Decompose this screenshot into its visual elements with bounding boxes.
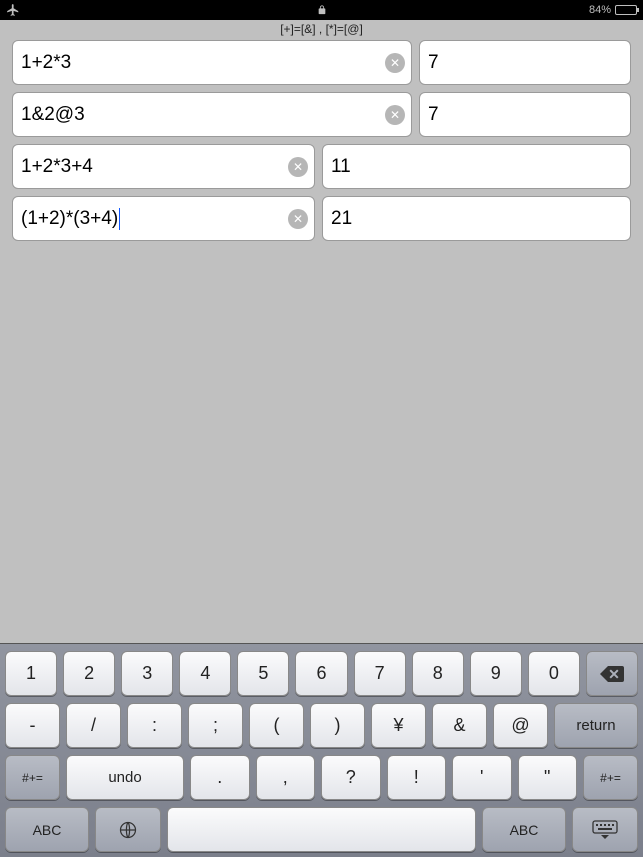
key-sym[interactable]: , (256, 755, 316, 800)
return-key[interactable]: return (554, 703, 638, 748)
key-sym[interactable]: " (518, 755, 578, 800)
result-text: 11 (331, 156, 351, 178)
space-key[interactable] (167, 807, 476, 852)
expression-input[interactable]: 1+2*3+4 ✕ (12, 144, 315, 189)
key-sym[interactable]: . (190, 755, 250, 800)
expression-text: 1+2*3 (21, 52, 71, 74)
key-sym[interactable]: ( (249, 703, 304, 748)
battery-percent: 84% (589, 4, 611, 16)
key-4[interactable]: 4 (179, 651, 231, 696)
abc-key-left[interactable]: ABC (5, 807, 89, 852)
key-7[interactable]: 7 (354, 651, 406, 696)
calc-row: 1&2@3 ✕ 7 (12, 92, 631, 137)
key-sym[interactable]: ! (387, 755, 447, 800)
expression-input[interactable]: 1&2@3 ✕ (12, 92, 412, 137)
globe-icon (118, 820, 138, 840)
result-output[interactable]: 11 (322, 144, 631, 189)
abc-key-right[interactable]: ABC (482, 807, 566, 852)
clear-icon[interactable]: ✕ (385, 105, 405, 125)
hide-keyboard-key[interactable] (572, 807, 638, 852)
key-sym[interactable]: ; (188, 703, 243, 748)
undo-key[interactable]: undo (66, 755, 184, 800)
key-3[interactable]: 3 (121, 651, 173, 696)
result-text: 7 (428, 52, 439, 74)
key-8[interactable]: 8 (412, 651, 464, 696)
clear-icon[interactable]: ✕ (288, 157, 308, 177)
key-sym[interactable]: @ (493, 703, 548, 748)
key-sym[interactable]: ' (452, 755, 512, 800)
key-sym[interactable]: : (127, 703, 182, 748)
key-sym[interactable]: ¥ (371, 703, 426, 748)
key-sym[interactable]: ? (321, 755, 381, 800)
result-output[interactable]: 7 (419, 40, 631, 85)
backspace-icon (600, 666, 624, 682)
result-text: 7 (428, 104, 439, 126)
result-output[interactable]: 21 (322, 196, 631, 241)
globe-key[interactable] (95, 807, 161, 852)
result-text: 21 (331, 208, 352, 230)
hide-keyboard-icon (592, 820, 618, 840)
expression-text: (1+2)*(3+4) (21, 208, 118, 230)
key-2[interactable]: 2 (63, 651, 115, 696)
battery-icon (615, 5, 637, 15)
special-key-right[interactable]: #+= (583, 755, 638, 800)
backspace-key[interactable] (586, 651, 638, 696)
key-1[interactable]: 1 (5, 651, 57, 696)
clear-icon[interactable]: ✕ (288, 209, 308, 229)
clear-icon[interactable]: ✕ (385, 53, 405, 73)
key-sym[interactable]: & (432, 703, 487, 748)
lock-icon (317, 4, 327, 16)
key-5[interactable]: 5 (237, 651, 289, 696)
key-sym[interactable]: ) (310, 703, 365, 748)
key-0[interactable]: 0 (528, 651, 580, 696)
status-bar: 84% (0, 0, 643, 20)
expression-input[interactable]: 1+2*3 ✕ (12, 40, 412, 85)
calc-row: (1+2)*(3+4) ✕ 21 (12, 196, 631, 241)
key-9[interactable]: 9 (470, 651, 522, 696)
calc-row: 1+2*3 ✕ 7 (12, 40, 631, 85)
text-cursor (119, 208, 120, 230)
key-6[interactable]: 6 (295, 651, 347, 696)
special-key-left[interactable]: #+= (5, 755, 60, 800)
calc-row: 1+2*3+4 ✕ 11 (12, 144, 631, 189)
hint-text: [+]=[&] , [*]=[@] (0, 20, 643, 40)
calc-rows: 1+2*3 ✕ 7 1&2@3 ✕ 7 1+2*3+4 ✕ 11 (1+2)*(3+4) ✕ 21 (0, 40, 643, 248)
expression-text: 1+2*3+4 (21, 156, 93, 178)
keyboard: 1234567890 -/:;()¥&@return #+=undo.,?!'"… (0, 643, 643, 857)
expression-text: 1&2@3 (21, 104, 85, 126)
result-output[interactable]: 7 (419, 92, 631, 137)
key-sym[interactable]: - (5, 703, 60, 748)
airplane-icon (6, 3, 20, 17)
expression-input[interactable]: (1+2)*(3+4) ✕ (12, 196, 315, 241)
key-sym[interactable]: / (66, 703, 121, 748)
